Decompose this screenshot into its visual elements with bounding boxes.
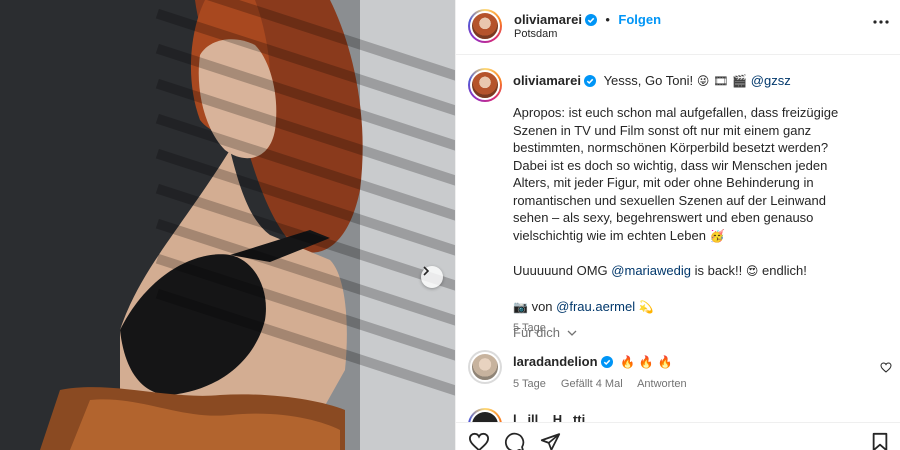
- caption-headline: Yesss, Go Toni!: [603, 73, 694, 88]
- caption-paragraph: Apropos: ist euch schon mal aufgefallen,…: [513, 105, 839, 243]
- post-photo[interactable]: [0, 0, 455, 450]
- photo-illustration: [0, 0, 455, 450]
- verified-icon: [583, 75, 596, 87]
- share-icon[interactable]: [540, 432, 561, 450]
- author-avatar[interactable]: [468, 9, 502, 43]
- post-header: oliviamarei • Folgen Potsdam: [456, 0, 900, 55]
- next-commenter-username[interactable]: l...ill... H...tti...: [513, 412, 596, 422]
- follow-button[interactable]: Folgen: [618, 12, 661, 27]
- comment-likes[interactable]: Gefällt 4 Mal: [561, 378, 623, 390]
- next-commenter-avatar[interactable]: [468, 408, 502, 422]
- commenter-avatar[interactable]: [468, 350, 502, 384]
- carousel-next-button[interactable]: [421, 266, 443, 288]
- post-location[interactable]: Potsdam: [514, 28, 557, 40]
- comment-icon[interactable]: [504, 432, 525, 450]
- next-comment-preview: l...ill... H...tti...: [468, 408, 888, 422]
- fuer-dich-label: Für dich: [513, 325, 560, 340]
- bookmark-icon[interactable]: [871, 432, 889, 450]
- comment-time[interactable]: 5 Tage: [513, 378, 546, 390]
- caption-mention-mariawedig[interactable]: @mariawedig: [611, 263, 691, 278]
- verified-icon: [584, 14, 597, 26]
- chevron-down-icon: [567, 330, 577, 336]
- chevron-right-icon: [423, 266, 430, 276]
- comment-reply-button[interactable]: Antworten: [637, 378, 687, 390]
- caption-mention-gzsz[interactable]: @gzsz: [751, 73, 791, 88]
- camera-emoji: 📷: [513, 299, 528, 314]
- heart-icon[interactable]: [468, 432, 490, 450]
- verified-icon: [600, 356, 613, 368]
- separator-dot: •: [605, 12, 610, 27]
- caption-body: Apropos: ist euch schon mal aufgefallen,…: [513, 104, 843, 338]
- caption-credit-line: 📷 von @frau.aermel 💫: [513, 298, 654, 314]
- post-panel: oliviamarei • Folgen Potsdam oliviamarei…: [455, 0, 900, 450]
- more-icon[interactable]: [873, 20, 889, 24]
- caption-author-username[interactable]: oliviamarei: [513, 73, 581, 88]
- action-bar: [456, 422, 900, 450]
- fuer-dich-toggle[interactable]: Für dich: [513, 325, 577, 340]
- comment-text: 🔥 🔥 🔥: [620, 355, 673, 369]
- caption-omg-line: Uuuuuund OMG @mariawedig is back!! 😍 end…: [513, 263, 807, 278]
- author-username[interactable]: oliviamarei: [514, 12, 582, 27]
- commenter-username[interactable]: laradandelion: [513, 354, 598, 369]
- heart-icon[interactable]: [880, 362, 892, 373]
- caption-author-avatar[interactable]: [468, 68, 502, 102]
- caption-headline-emoji: 😜 🎞 🎬: [696, 74, 748, 88]
- comment-meta: 5 Tage Gefällt 4 Mal Antworten: [513, 378, 699, 390]
- caption-mention-frau-aermel[interactable]: @frau.aermel: [556, 299, 635, 314]
